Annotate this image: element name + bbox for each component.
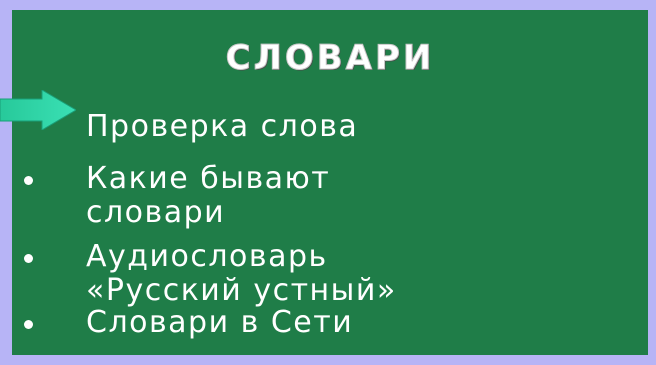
bullet-icon: [24, 254, 33, 263]
menu-item-label: Словари в Сети: [86, 305, 354, 340]
bullet-icon: [24, 320, 33, 329]
menu-item-label-line2: словари: [86, 195, 226, 230]
menu-item-proverka-slova[interactable]: Проверка слова: [12, 106, 632, 146]
bullet-icon: [24, 176, 33, 185]
arrow-right-icon: [0, 90, 76, 130]
menu-item-label-line1: Аудиословарь: [86, 239, 328, 274]
menu-item-label: Проверка слова: [86, 109, 359, 144]
dictionaries-panel: СЛОВАРИ Проверка слова Какие бывают слов…: [12, 10, 648, 355]
menu-item-audioslovar[interactable]: Аудиословарь «Русский устный»: [12, 236, 632, 312]
menu-item-slovari-v-seti[interactable]: Словари в Сети: [12, 304, 632, 344]
menu-item-label-line1: Какие бывают: [86, 161, 331, 196]
dictionaries-menu: Проверка слова Какие бывают словари Ауди…: [12, 10, 648, 355]
menu-item-kakie-byvayut-slovari[interactable]: Какие бывают словари: [12, 158, 632, 234]
menu-item-label-line2: «Русский устный»: [86, 273, 397, 308]
